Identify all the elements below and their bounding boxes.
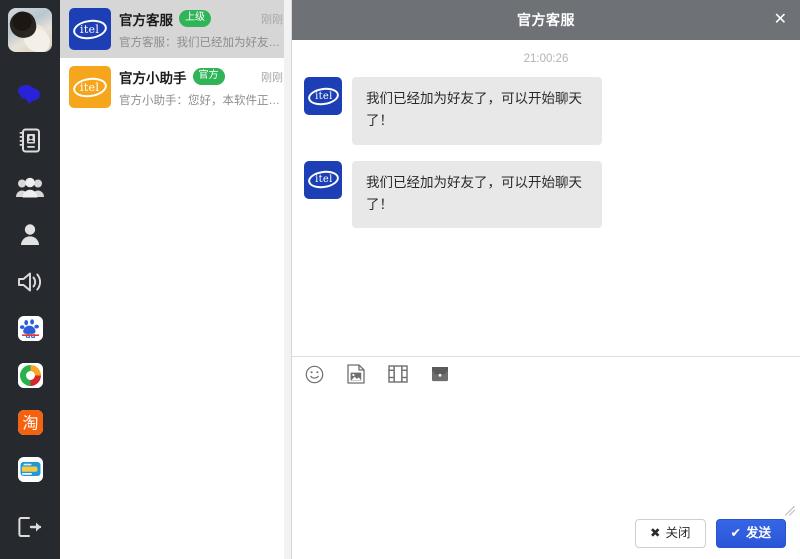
list-item-header: 官方客服 上级 刚刚: [119, 9, 283, 29]
tool-image[interactable]: [346, 367, 366, 387]
chat-header: 官方客服 ✕: [292, 0, 800, 40]
avatar: itel: [69, 8, 111, 50]
contact-name: 官方客服: [119, 9, 173, 29]
nav-app-browser[interactable]: [0, 352, 60, 399]
message-list: 21:00:26 itel 我们已经加为好友了，可以开始聊天了！ itel 我们…: [292, 40, 800, 357]
avatar-label: itel: [314, 91, 332, 101]
single-person-icon: [19, 223, 41, 246]
avatar: itel: [69, 66, 111, 108]
list-item-header: 官方小助手 官方 刚刚: [119, 67, 283, 87]
message-preview: 官方客服：我们已经加为好友了...: [119, 34, 283, 50]
nav-groups[interactable]: [0, 164, 60, 211]
left-nav-rail: du: [0, 0, 60, 559]
resize-handle[interactable]: [784, 503, 798, 517]
list-item-body: 官方客服 上级 刚刚 官方客服：我们已经加为好友了...: [111, 9, 283, 50]
message-timestamp: 21:00:26: [304, 53, 788, 65]
message-bubble: 我们已经加为好友了，可以开始聊天了！: [352, 161, 602, 229]
taobao-app-icon: 淘: [18, 410, 43, 435]
chat-window: 官方客服 ✕ 21:00:26 itel 我们已经加为好友了，可以开始聊天了！ …: [292, 0, 800, 559]
red-envelope-icon: [430, 365, 450, 388]
timestamp: 刚刚: [255, 69, 283, 85]
nav-contacts[interactable]: [0, 117, 60, 164]
nav-app-wallet[interactable]: [0, 446, 60, 493]
chat-bubbles-icon: [17, 82, 43, 106]
close-x-icon: ✖: [650, 527, 660, 540]
nav-icon-list: du: [0, 70, 60, 493]
nav-chat[interactable]: [0, 70, 60, 117]
list-item[interactable]: itel 官方客服 上级 刚刚 官方客服：我们已经加为好友了...: [60, 0, 291, 58]
im-chat-app: du: [0, 0, 800, 559]
logout-button[interactable]: [0, 516, 60, 543]
wallet-card-app-icon: [18, 457, 43, 482]
itel-logo-icon: itel: [69, 66, 111, 108]
group-people-icon: [16, 177, 44, 199]
nav-app-baidu[interactable]: du: [0, 305, 60, 352]
nav-announcements[interactable]: [0, 258, 60, 305]
user-avatar[interactable]: [8, 8, 52, 52]
list-item-body: 官方小助手 官方 刚刚 官方小助手：您好，本软件正在...: [111, 67, 283, 108]
message-row: itel 我们已经加为好友了，可以开始聊天了！: [304, 161, 788, 229]
conversation-list: itel 官方客服 上级 刚刚 官方客服：我们已经加为好友了... itel: [60, 0, 292, 559]
cancel-button[interactable]: ✖ 关闭: [635, 519, 706, 549]
avatar: itel: [304, 161, 342, 199]
avatar-label: itel: [80, 82, 99, 93]
composer-area: ✖ 关闭 ✔ 发送: [292, 397, 800, 559]
360-browser-app-icon: [18, 363, 43, 388]
tool-video[interactable]: [388, 367, 408, 387]
avatar: itel: [304, 77, 342, 115]
logout-arrow-icon: [18, 516, 42, 543]
composer-actions: ✖ 关闭 ✔ 发送: [635, 519, 786, 549]
conversation-list-scrollbar[interactable]: [284, 0, 291, 559]
emoji-smiley-icon: [305, 365, 324, 389]
timestamp: 刚刚: [255, 11, 283, 27]
tool-emoji[interactable]: [304, 367, 324, 387]
check-icon: ✔: [731, 527, 741, 540]
avatar-label: itel: [314, 175, 332, 185]
send-button-label: 发送: [746, 527, 771, 540]
user-avatar-photo: [8, 8, 52, 52]
baidu-app-icon: du: [18, 316, 43, 341]
speaker-announce-icon: [17, 271, 44, 293]
list-item[interactable]: itel 官方小助手 官方 刚刚 官方小助手：您好，本软件正在...: [60, 58, 291, 116]
film-video-icon: [388, 365, 408, 388]
send-button[interactable]: ✔ 发送: [716, 519, 787, 549]
image-picture-icon: [347, 364, 365, 389]
message-bubble: 我们已经加为好友了，可以开始聊天了！: [352, 77, 602, 145]
nav-app-taobao[interactable]: 淘: [0, 399, 60, 446]
cancel-button-label: 关闭: [665, 527, 690, 540]
contact-name: 官方小助手: [119, 67, 187, 87]
status-badge: 官方: [193, 68, 225, 85]
message-preview: 官方小助手：您好，本软件正在...: [119, 92, 283, 108]
tool-red-envelope[interactable]: [430, 367, 450, 387]
avatar-label: itel: [80, 24, 99, 35]
message-row: itel 我们已经加为好友了，可以开始聊天了！: [304, 77, 788, 145]
composer-toolbar: [292, 357, 800, 397]
contacts-book-icon: [18, 128, 42, 153]
page-title: 官方客服: [517, 10, 575, 30]
svg-text:淘: 淘: [22, 414, 38, 433]
close-icon[interactable]: ✕: [774, 12, 787, 28]
itel-logo-icon: itel: [69, 8, 111, 50]
status-badge: 上级: [179, 10, 211, 27]
nav-profile[interactable]: [0, 211, 60, 258]
